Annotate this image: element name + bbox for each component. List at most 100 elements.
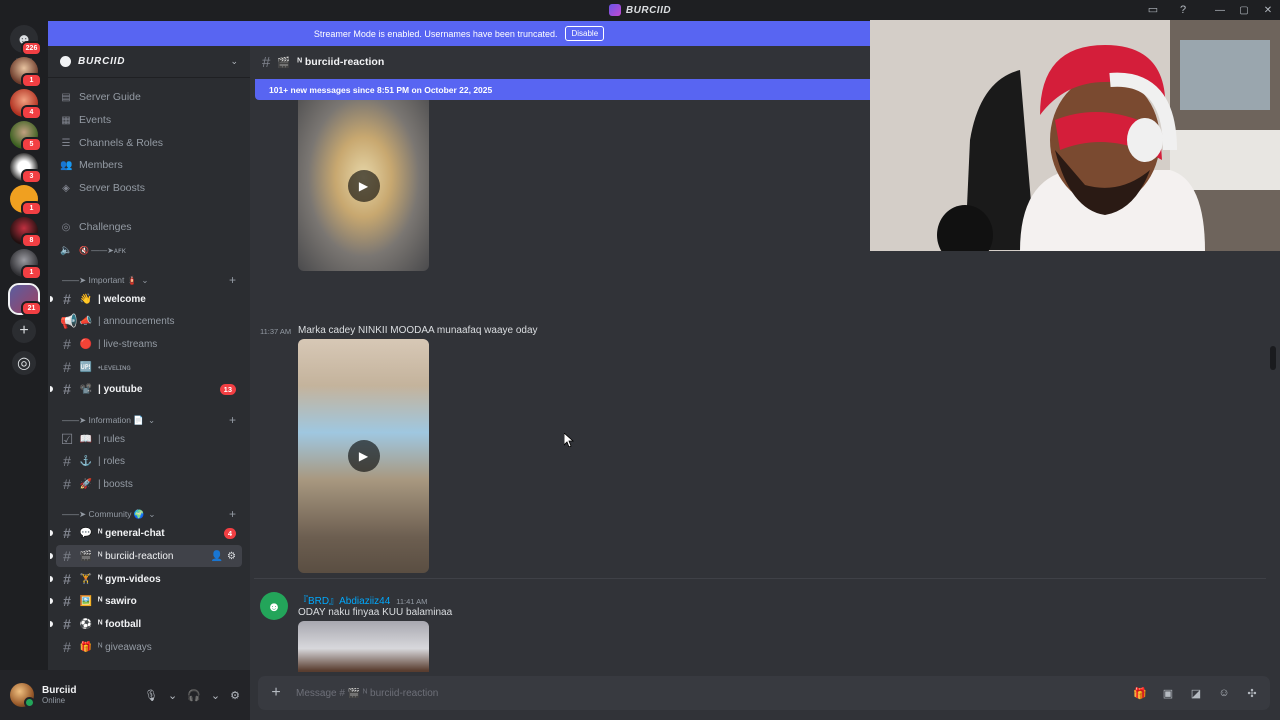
play-icon[interactable]: ▶ <box>347 169 380 202</box>
message-composer: + 🎁 ▣ ◪ ☺ ✣ <box>258 676 1270 710</box>
headphones-icon[interactable]: 🎧 <box>187 689 201 702</box>
sticker-icon[interactable]: ◪ <box>1188 687 1204 700</box>
apps-icon[interactable]: ✣ <box>1244 687 1260 700</box>
message-text: ODAY naku finyaa KUU balaminaa <box>298 607 453 618</box>
add-channel-icon[interactable]: + <box>229 413 236 427</box>
channel-welcome[interactable]: # 👋 | welcome <box>50 288 242 310</box>
home-button[interactable]: ☻ 226 <box>10 25 42 56</box>
nav-channels-roles[interactable]: ☰ Channels & Roles <box>56 132 242 154</box>
message-text: Marka cadey NINKII MOODAA munaafaq waaye… <box>298 325 538 336</box>
maximize-icon[interactable]: ▢ <box>1232 5 1256 16</box>
add-channel-icon[interactable]: + <box>229 507 236 521</box>
nav-members[interactable]: 👥 Members <box>56 154 242 176</box>
microphone-icon[interactable]: 🎙 <box>144 689 158 702</box>
book-icon: ▤ <box>61 91 71 103</box>
server-header[interactable]: BURCIID ⌄ <box>48 46 250 78</box>
channel-roles[interactable]: # ⚓ | roles <box>56 450 242 472</box>
banner-text: Streamer Mode is enabled. Usernames have… <box>313 28 558 39</box>
nav-challenges[interactable]: ◎ Challenges <box>56 216 242 238</box>
channel-rules[interactable]: ☑ 📖 | rules <box>56 428 242 450</box>
channel-burciid-reaction[interactable]: # 🎬 ᴺ burciid-reaction 👤 ⚙ <box>50 545 242 567</box>
inbox-icon[interactable]: ▭ <box>1146 3 1160 17</box>
server-icon-3[interactable]: 5 <box>10 121 42 152</box>
unread-indicator <box>50 621 53 627</box>
channel-general-chat[interactable]: # 💬 ᴺ general-chat 4 <box>50 522 242 544</box>
disable-streamer-mode-button[interactable]: Disable <box>565 26 605 41</box>
channel-gym-videos[interactable]: # 🏋️ ᴺ gym-videos <box>50 568 242 590</box>
server-icon-4[interactable]: 3 <box>10 153 42 184</box>
video-attachment[interactable]: ▶ <box>298 100 429 271</box>
unread-indicator <box>50 296 53 302</box>
message-author[interactable]: 『BRD』Abdiaziiz44 11:41 AM <box>298 592 427 607</box>
server-icon-1[interactable]: 1 <box>10 57 42 88</box>
author-name[interactable]: 『BRD』Abdiaziiz44 <box>298 592 390 607</box>
channel-football[interactable]: # ⚽ ᴺ football <box>50 613 242 635</box>
close-icon[interactable]: ✕ <box>1256 5 1280 16</box>
hash-icon: # <box>63 453 71 469</box>
channel-giveaways[interactable]: # 🎁 ᴺ giveaways <box>56 636 242 658</box>
gif-icon[interactable]: ▣ <box>1160 687 1176 700</box>
help-icon[interactable]: ? <box>1176 3 1190 17</box>
chevron-down-icon: ⌄ <box>141 274 149 285</box>
play-icon[interactable]: ▶ <box>347 440 380 472</box>
hash-icon: # <box>63 593 71 609</box>
avatar[interactable] <box>10 683 35 708</box>
voice-channel-afk[interactable]: 🔈 🔇 ——➤ᴀꜰᴋ <box>56 239 242 261</box>
hash-icon: # <box>63 381 71 397</box>
category-community[interactable]: ——➤ Community 🌍 ⌄ + <box>62 507 242 521</box>
chevron-down-icon[interactable]: ⌄ <box>168 689 177 702</box>
category-important[interactable]: ——➤ Important 🧯 ⌄ + <box>62 273 242 287</box>
video-attachment[interactable]: ▶ <box>298 339 429 573</box>
channel-label: | boosts <box>98 478 133 490</box>
nav-events[interactable]: ▦ Events <box>56 109 242 131</box>
channel-emoji: 🎬 <box>79 550 93 562</box>
new-messages-bar[interactable]: 101+ new messages since 8:51 PM on Octob… <box>255 79 870 100</box>
channel-announcements[interactable]: 📢 📣 | announcements <box>56 310 242 332</box>
channel-youtube[interactable]: # 📽️ | youtube 13 <box>50 378 242 400</box>
add-channel-icon[interactable]: + <box>229 273 236 287</box>
server-icon-2[interactable]: 4 <box>10 89 42 120</box>
invite-icon[interactable]: 👤 <box>211 551 223 562</box>
channel-leveling[interactable]: # 🆙 •ʟᴇᴠᴇʟɪɴɢ <box>56 356 242 378</box>
window-title-text: BURCIID <box>625 4 672 16</box>
gear-icon[interactable]: ⚙ <box>230 689 240 702</box>
webcam-overlay <box>870 20 1280 251</box>
nav-server-boosts[interactable]: ◈ Server Boosts <box>56 177 242 199</box>
channel-sawiro[interactable]: # 🖼️ ᴺ sawiro <box>50 590 242 612</box>
server-badge: 1 <box>21 265 42 280</box>
author-avatar[interactable]: ☻ <box>260 592 288 620</box>
nav-server-guide[interactable]: ▤ Server Guide <box>56 86 242 108</box>
channel-emoji: 🚀 <box>79 478 93 490</box>
explore-servers-button[interactable]: ◎ <box>12 351 36 375</box>
server-icon-6[interactable]: 8 <box>10 217 42 248</box>
video-attachment[interactable] <box>298 621 429 672</box>
server-icon-5[interactable]: 1 <box>10 185 42 216</box>
gear-icon[interactable]: ⚙ <box>227 551 236 562</box>
server-badge: 3 <box>21 169 42 184</box>
nav-label: Challenges <box>79 221 132 233</box>
server-icon-burciid[interactable]: 21 <box>8 283 42 316</box>
hash-icon: # <box>63 639 71 655</box>
server-badge: 4 <box>21 105 42 120</box>
server-icon-7[interactable]: 1 <box>10 249 42 280</box>
user-info[interactable]: Burciid Online <box>42 685 76 705</box>
add-server-button[interactable]: + <box>12 319 36 343</box>
chevron-down-icon[interactable]: ⌄ <box>230 56 238 67</box>
minimize-icon[interactable]: — <box>1208 5 1232 16</box>
gift-icon[interactable]: 🎁 <box>1132 687 1148 700</box>
channel-boosts[interactable]: # 🚀 | boosts <box>56 473 242 495</box>
scrollbar[interactable] <box>1270 346 1276 370</box>
chevron-down-icon[interactable]: ⌄ <box>211 689 220 702</box>
nav-label: Channels & Roles <box>79 137 164 149</box>
channel-label: | announcements <box>98 315 175 327</box>
plus-icon[interactable]: + <box>268 684 284 702</box>
channel-label: | youtube <box>98 383 143 395</box>
category-information[interactable]: ——➤ Information 📄 ⌄ + <box>62 413 242 427</box>
channel-label: ᴺ gym-videos <box>98 573 161 585</box>
emoji-icon[interactable]: ☺ <box>1216 687 1232 699</box>
message-input[interactable] <box>296 687 1120 699</box>
channel-label: ᴺ general-chat <box>98 527 165 539</box>
channel-live-streams[interactable]: # 🔴 | live-streams <box>56 333 242 355</box>
calendar-icon: ▦ <box>61 114 71 126</box>
hash-icon: # <box>63 548 71 564</box>
